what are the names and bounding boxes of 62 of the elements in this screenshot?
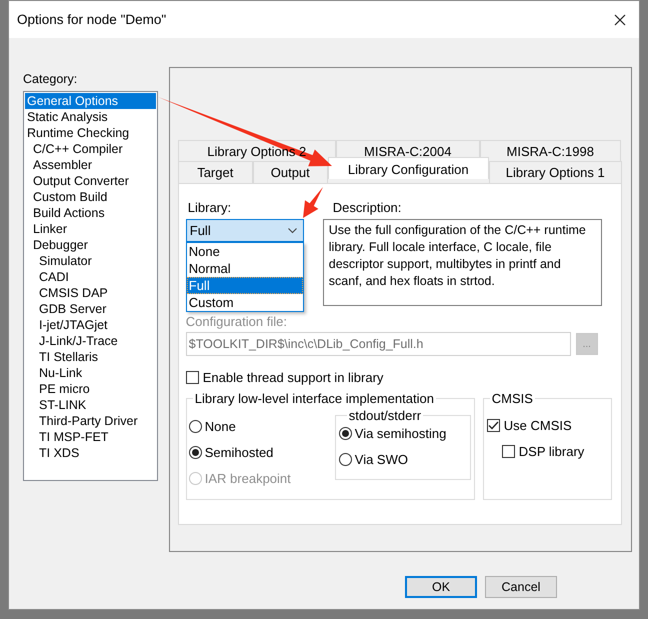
tab[interactable]: MISRA-C:1998 [480, 140, 621, 161]
category-item[interactable]: Linker [25, 221, 156, 237]
tab[interactable]: Output [252, 161, 328, 183]
close-icon[interactable] [614, 14, 626, 26]
tab[interactable]: Target [178, 161, 253, 183]
category-item[interactable]: Custom Build [25, 189, 156, 205]
checkbox[interactable] [186, 371, 199, 384]
library-label: Library: [186, 201, 232, 215]
checkbox[interactable] [486, 419, 500, 432]
tab[interactable]: Library Options 1 [488, 161, 622, 183]
group-title: stdout/stderr [348, 408, 422, 423]
category-item[interactable]: TI Stellaris [25, 349, 156, 365]
window-title: Options for node "Demo" [17, 12, 166, 27]
checkbox[interactable] [502, 445, 515, 458]
chevron-down-icon [288, 228, 297, 234]
description-text: Use the full configuration of the C/C++ runtime library. Full locale interface, C locale, file descriptor support, multibytes in printf and scanf, and hex floats in strtod. [322, 219, 602, 306]
category-item[interactable]: Build Actions [25, 205, 156, 221]
dropdown-option[interactable]: None [186, 243, 303, 260]
description-label: Description: [332, 201, 402, 215]
radio-label: Via semihosting [354, 426, 446, 441]
annotation-arrow [303, 187, 323, 218]
library-dropdown[interactable]: Full [186, 219, 304, 242]
ok-button[interactable]: OK [405, 576, 477, 598]
checkbox-label: DSP library [518, 444, 584, 459]
category-item[interactable]: Debugger [25, 237, 156, 253]
category-item[interactable]: Nu-Link [25, 365, 156, 381]
radio-button[interactable] [188, 446, 202, 459]
radio-label: IAR breakpoint [204, 471, 291, 486]
category-item[interactable]: GDB Server [25, 301, 156, 317]
category-item[interactable]: TI XDS [25, 445, 156, 461]
category-item[interactable]: General Options [25, 93, 156, 109]
category-item[interactable]: J-Link/J-Trace [25, 333, 156, 349]
category-item[interactable]: I-jet/JTAGjet [25, 317, 156, 333]
radio-button[interactable] [338, 453, 352, 466]
category-item[interactable]: Static Analysis [25, 109, 156, 125]
category-item[interactable]: CMSIS DAP [25, 285, 156, 301]
dropdown-option[interactable]: Full [186, 277, 303, 294]
category-item[interactable]: TI MSP-FET [25, 429, 156, 445]
category-item[interactable]: ST-LINK [25, 397, 156, 413]
radio-label: Via SWO [354, 452, 408, 467]
checkbox-label: Enable thread support in library [202, 370, 384, 385]
dropdown-option[interactable]: Normal [186, 260, 303, 277]
category-item[interactable]: C/C++ Compiler [25, 141, 156, 157]
category-item[interactable]: PE micro [25, 381, 156, 397]
category-item[interactable]: Third-Party Driver [25, 413, 156, 429]
radio-button[interactable] [188, 420, 202, 433]
radio-label: None [204, 419, 236, 434]
radio-button[interactable] [338, 427, 352, 440]
cancel-button[interactable]: Cancel [485, 576, 557, 598]
category-item[interactable]: Assembler [25, 157, 156, 173]
group-title: Library low-level interface implementation [194, 391, 435, 406]
group-title: CMSIS [490, 391, 534, 406]
radio-label: Semihosted [204, 445, 274, 460]
category-item[interactable]: Simulator [25, 253, 156, 269]
category-item[interactable]: Output Converter [25, 173, 156, 189]
category-item[interactable]: Runtime Checking [25, 125, 156, 141]
category-label: Category: [23, 72, 78, 86]
dropdown-option[interactable]: Custom [186, 294, 303, 311]
configuration-file-label: Configuration file: [186, 315, 288, 329]
tab[interactable]: Library Configuration [328, 157, 489, 179]
checkbox-label: Use CMSIS [504, 418, 572, 433]
category-item[interactable]: CADI [25, 269, 156, 285]
